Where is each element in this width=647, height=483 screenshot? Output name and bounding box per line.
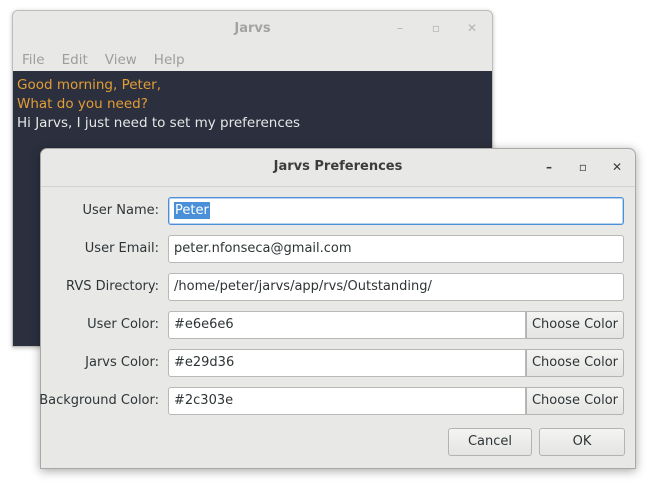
background-color-label: Background Color: <box>39 393 159 408</box>
background-color-input[interactable]: #2c303e <box>168 387 526 415</box>
user-email-input[interactable]: peter.nfonseca@gmail.com <box>168 235 624 263</box>
rvs-directory-input[interactable]: /home/peter/jarvs/app/rvs/Outstanding/ <box>168 273 624 301</box>
close-icon[interactable]: ✕ <box>464 20 480 36</box>
close-icon[interactable]: ✕ <box>609 159 625 175</box>
menu-edit[interactable]: Edit <box>59 48 95 71</box>
minimize-icon[interactable]: – <box>392 20 408 36</box>
console-line: Good morning, Peter, <box>17 77 161 93</box>
user-email-label: User Email: <box>84 241 159 256</box>
jarvs-color-row: Jarvs Color: #e29d36 Choose Color <box>41 349 635 377</box>
main-titlebar[interactable]: Jarvs – ▫ ✕ <box>13 11 492 48</box>
maximize-icon[interactable]: ▫ <box>428 20 444 36</box>
user-name-input[interactable]: Peter <box>168 197 624 225</box>
jarvs-color-label: Jarvs Color: <box>85 355 159 370</box>
jarvs-color-input[interactable]: #e29d36 <box>168 349 526 377</box>
background-color-row: Background Color: #2c303e Choose Color <box>39 387 635 415</box>
user-color-choose-button[interactable]: Choose Color <box>526 311 624 339</box>
user-name-row: User Name: Peter <box>41 197 635 225</box>
user-color-label: User Color: <box>87 317 159 332</box>
menu-view[interactable]: View <box>102 48 144 71</box>
user-name-label: User Name: <box>82 203 160 218</box>
jarvs-color-choose-button[interactable]: Choose Color <box>526 349 624 377</box>
dialog-titlebar[interactable]: Jarvs Preferences – ▫ ✕ <box>41 149 635 187</box>
dialog-controls: – ▫ ✕ <box>541 159 625 175</box>
user-email-row: User Email: peter.nfonseca@gmail.com <box>41 235 635 263</box>
main-window-controls: – ▫ ✕ <box>392 20 480 36</box>
background-color-choose-button[interactable]: Choose Color <box>526 387 624 415</box>
console-line: Hi Jarvs, I just need to set my preferen… <box>17 115 301 131</box>
user-name-value: Peter <box>174 202 210 219</box>
menu-file[interactable]: File <box>19 48 52 71</box>
maximize-icon[interactable]: ▫ <box>575 159 591 175</box>
cancel-button[interactable]: Cancel <box>448 428 532 456</box>
preferences-dialog: Jarvs Preferences – ▫ ✕ User Name: Peter… <box>39 148 636 469</box>
minimize-icon[interactable]: – <box>541 159 557 175</box>
ok-button[interactable]: OK <box>539 428 625 456</box>
rvs-directory-label: RVS Directory: <box>66 279 159 294</box>
rvs-directory-row: RVS Directory: /home/peter/jarvs/app/rvs… <box>41 273 635 301</box>
menubar: File Edit View Help <box>13 48 492 71</box>
user-color-row: User Color: #e6e6e6 Choose Color <box>41 311 635 339</box>
console-line: What do you need? <box>17 96 148 112</box>
menu-help[interactable]: Help <box>151 48 192 71</box>
user-color-input[interactable]: #e6e6e6 <box>168 311 526 339</box>
